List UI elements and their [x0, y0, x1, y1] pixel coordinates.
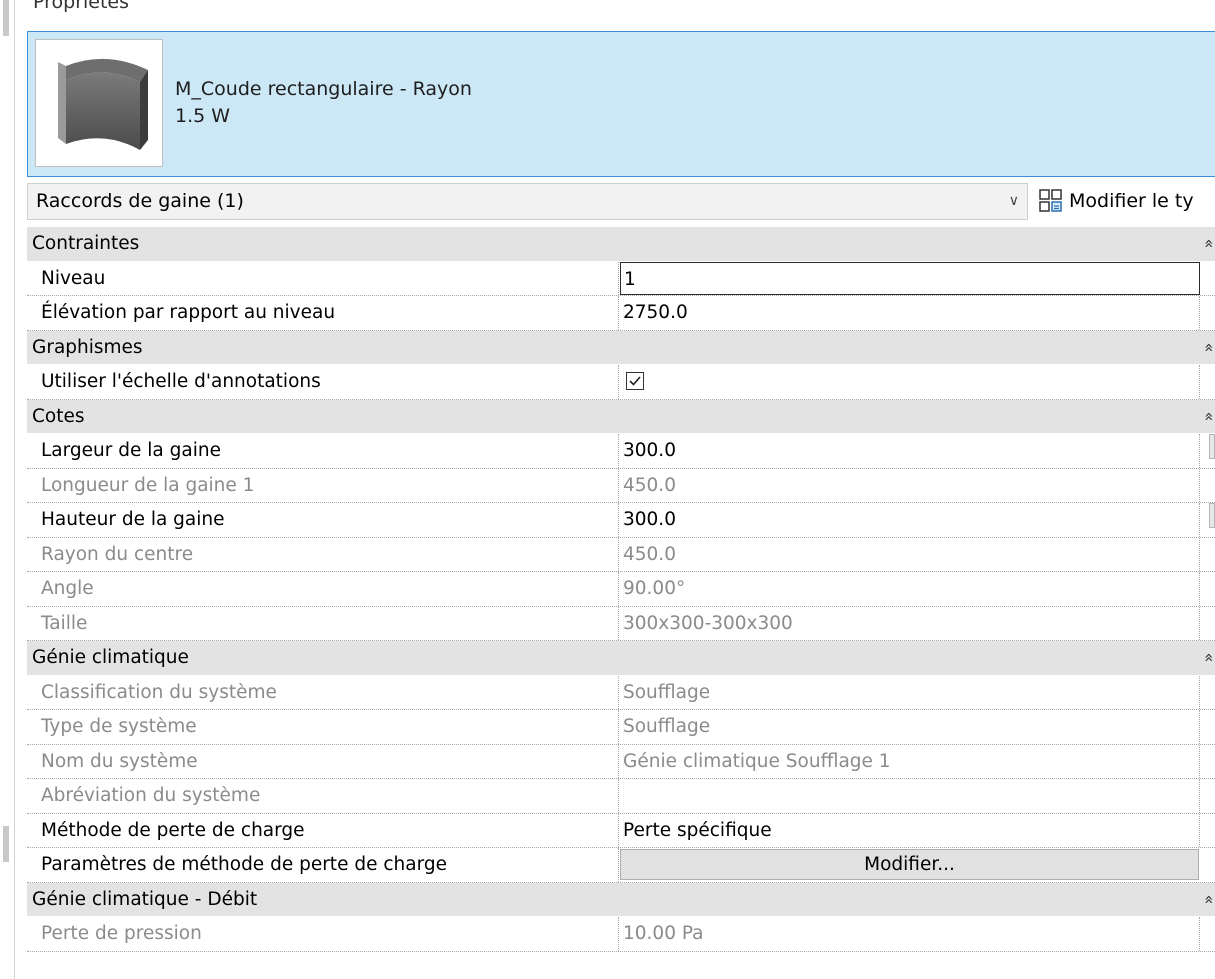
property-name: Type de système: [27, 710, 619, 744]
instance-filter-dropdown[interactable]: Raccords de gaine (1) ∨: [27, 183, 1028, 220]
associate-parameter-button[interactable]: [1209, 503, 1215, 528]
property-value[interactable]: Perte spécifique: [620, 813, 1200, 847]
property-row-abreviation-du-systeme: Abréviation du système: [27, 779, 1215, 814]
property-row-angle: Angle 90.00°: [27, 572, 1215, 607]
property-name: Abréviation du système: [27, 779, 619, 813]
dock-grip: [3, 826, 9, 862]
group-title: Cotes: [32, 405, 85, 427]
group-title: Graphismes: [32, 336, 143, 358]
group-header-genie-climatique[interactable]: Génie climatique »: [27, 641, 1215, 676]
property-row-hauteur-de-la-gaine: Hauteur de la gaine 300.0: [27, 503, 1215, 538]
property-row-rayon-du-centre: Rayon du centre 450.0: [27, 537, 1215, 572]
property-name: Paramètres de méthode de perte de charge: [27, 848, 619, 882]
property-value: [620, 779, 1200, 813]
group-header-cotes[interactable]: Cotes »: [27, 399, 1215, 434]
property-row-parametres-de-methode-de-perte-de-charge: Paramètres de méthode de perte de charge…: [27, 848, 1215, 883]
rectangular-elbow-icon: [35, 39, 163, 167]
property-name: Hauteur de la gaine: [27, 503, 619, 537]
instance-filter-label: Raccords de gaine (1): [36, 190, 244, 212]
collapse-icon[interactable]: »: [1192, 894, 1215, 904]
properties-palette: Propriétés M_Coude rectangulaire - Rayon…: [0, 0, 1215, 979]
property-row-niveau: Niveau 1: [27, 261, 1215, 296]
property-value: 10.00 Pa: [620, 917, 1200, 951]
edit-type-label: Modifier le ty: [1069, 190, 1194, 212]
group-header-graphismes[interactable]: Graphismes »: [27, 330, 1215, 365]
property-value: Génie climatique Soufflage 1: [620, 744, 1200, 778]
property-value: Soufflage: [620, 710, 1200, 744]
property-value: Soufflage: [620, 675, 1200, 709]
property-name: Niveau: [27, 261, 619, 295]
property-name: Angle: [27, 572, 619, 606]
collapse-icon[interactable]: »: [1192, 342, 1215, 352]
property-value: 300x300-300x300: [620, 606, 1200, 640]
group-header-genie-climatique-debit[interactable]: Génie climatique - Débit »: [27, 882, 1215, 917]
family-name: M_Coude rectangulaire - Rayon: [175, 78, 472, 100]
edit-type-button[interactable]: Modifier le ty: [1039, 183, 1194, 220]
type-selector[interactable]: M_Coude rectangulaire - Rayon 1.5 W: [27, 31, 1215, 177]
property-row-nom-du-systeme: Nom du système Génie climatique Soufflage…: [27, 744, 1215, 779]
associate-parameter-button[interactable]: [1209, 434, 1215, 459]
group-title: Génie climatique - Débit: [32, 888, 258, 910]
collapse-icon[interactable]: »: [1192, 411, 1215, 421]
property-value[interactable]: 300.0: [620, 434, 1200, 468]
property-name: Méthode de perte de charge: [27, 813, 619, 847]
property-name: Utiliser l'échelle d'annotations: [27, 365, 619, 399]
property-value: 90.00°: [620, 572, 1200, 606]
property-name: Rayon du centre: [27, 537, 619, 571]
property-value[interactable]: 2750.0: [620, 296, 1200, 330]
dock-grip: [3, 0, 9, 36]
property-row-longueur-de-la-gaine-1: Longueur de la gaine 1 450.0: [27, 468, 1215, 503]
group-title: Génie climatique: [32, 647, 189, 668]
property-row-largeur-de-la-gaine: Largeur de la gaine 300.0: [27, 434, 1215, 469]
group-header-contraintes[interactable]: Contraintes »: [27, 227, 1215, 262]
property-row-classification-du-systeme: Classification du système Soufflage: [27, 675, 1215, 710]
instance-filter-row: Raccords de gaine (1) ∨ Modifier le ty: [27, 183, 1215, 220]
property-value: 450.0: [620, 537, 1200, 571]
checkmark-icon: [629, 376, 641, 386]
property-name: Nom du système: [27, 744, 619, 778]
property-name: Perte de pression: [27, 917, 619, 951]
type-name: M_Coude rectangulaire - Rayon 1.5 W: [175, 76, 472, 130]
property-name: Largeur de la gaine: [27, 434, 619, 468]
modifier-button[interactable]: Modifier...: [620, 849, 1199, 880]
property-row-perte-de-pression: Perte de pression 10.00 Pa: [27, 917, 1215, 952]
property-value[interactable]: 300.0: [620, 503, 1200, 537]
property-value-input[interactable]: 1: [620, 261, 1200, 295]
panel-title: Propriétés: [33, 0, 130, 13]
property-row-taille: Taille 300x300-300x300: [27, 606, 1215, 641]
property-row-elevation-par-rapport-au-niveau: Élévation par rapport au niveau 2750.0: [27, 296, 1215, 331]
property-name: Taille: [27, 606, 619, 640]
property-row-type-de-systeme: Type de système Soufflage: [27, 710, 1215, 745]
type-size: 1.5 W: [175, 105, 231, 127]
annotation-scale-checkbox[interactable]: [626, 372, 644, 390]
property-name: Longueur de la gaine 1: [27, 468, 619, 502]
property-row-methode-de-perte-de-charge: Méthode de perte de charge Perte spécifiq…: [27, 813, 1215, 848]
property-value: 450.0: [620, 468, 1200, 502]
chevron-down-icon[interactable]: ∨: [1009, 184, 1019, 219]
property-name: Classification du système: [27, 675, 619, 709]
collapse-icon[interactable]: »: [1192, 239, 1215, 249]
property-name: Élévation par rapport au niveau: [27, 296, 619, 330]
palette-dock-edge[interactable]: [0, 0, 15, 979]
property-row-utiliser-l-echelle-d-annotations: Utiliser l'échelle d'annotations: [27, 365, 1215, 400]
property-value-cell: [620, 365, 1200, 399]
properties-grid: Contraintes » Niveau1Élévation par rapport…: [27, 227, 1215, 952]
edit-type-icon: [1039, 189, 1062, 212]
group-title: Contraintes: [32, 233, 140, 254]
collapse-icon[interactable]: »: [1192, 653, 1215, 663]
